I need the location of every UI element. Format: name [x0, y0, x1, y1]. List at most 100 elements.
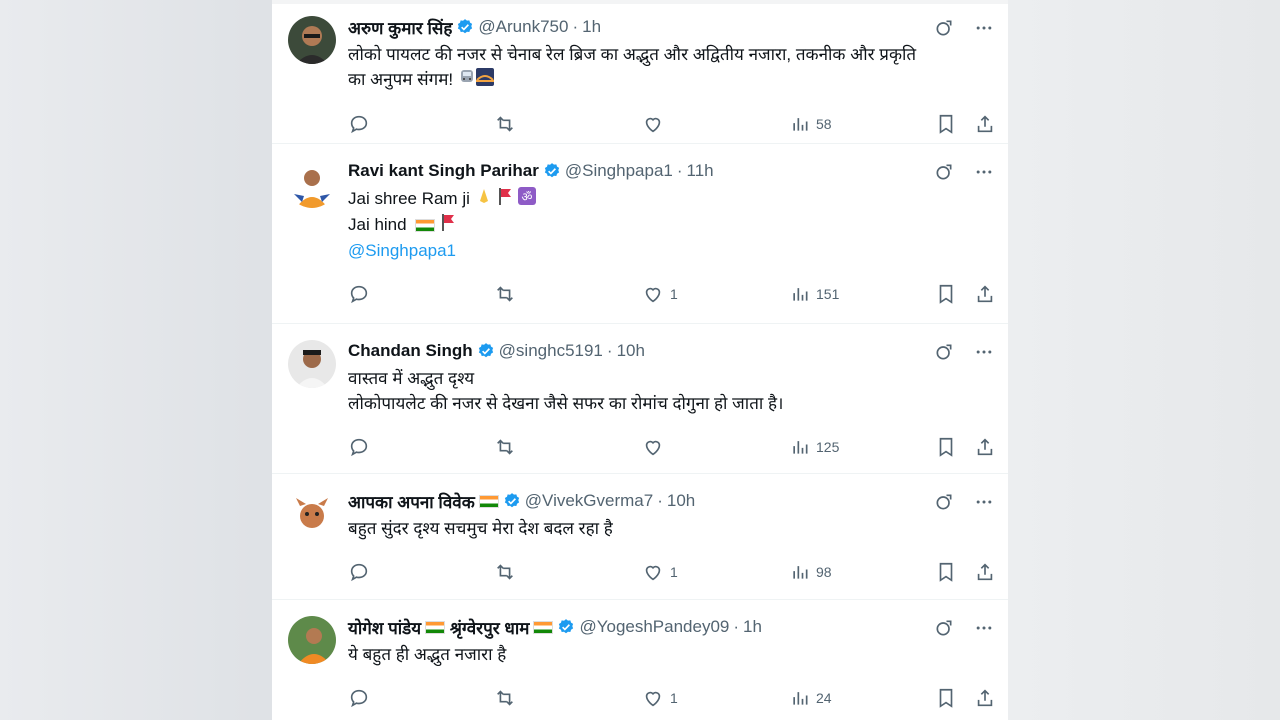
bookmark-icon — [939, 114, 953, 134]
verified-icon — [456, 18, 474, 36]
retweet-icon — [497, 439, 513, 455]
separator-dot: · — [606, 341, 613, 360]
grok-icon[interactable] — [934, 342, 954, 367]
author-handle[interactable]: @Arunk750 — [478, 17, 568, 37]
views-button[interactable]: 151 — [790, 284, 839, 304]
action-bar: 1 24 — [348, 671, 994, 720]
mention-link[interactable]: @Singhpapa1 — [348, 238, 994, 263]
grok-icon[interactable] — [934, 18, 954, 43]
avatar[interactable] — [288, 616, 336, 664]
author-name[interactable]: आपका अपना विवेक — [348, 490, 475, 513]
grok-icon[interactable] — [934, 618, 954, 643]
author-name[interactable]: Ravi kant Singh Parihar — [348, 161, 539, 181]
timestamp[interactable]: 1h — [743, 617, 762, 637]
views-icon — [793, 566, 808, 579]
like-button[interactable]: 1 — [642, 283, 678, 305]
share-button[interactable] — [974, 687, 996, 709]
author-handle[interactable]: @VivekGverma7 — [525, 491, 653, 511]
reply-icon — [350, 115, 368, 134]
author-name[interactable]: Chandan Singh — [348, 341, 473, 361]
retweet-button[interactable] — [494, 687, 522, 709]
tweet[interactable]: अरुण कुमार सिंह @Arunk750 · 1h लोको पायल… — [272, 0, 1008, 144]
india-flag-icon — [425, 620, 446, 634]
tweet-text: Jai shree Ram ji ॐ Jai hind @Singhpapa1 — [348, 186, 994, 263]
like-icon — [645, 440, 661, 456]
author-name-part2[interactable]: श्रृंग्वेरपुर धाम — [450, 616, 530, 639]
avatar[interactable] — [288, 160, 336, 208]
more-icon[interactable] — [974, 162, 994, 187]
retweet-icon — [497, 564, 513, 580]
like-button[interactable] — [642, 436, 670, 458]
author-handle[interactable]: @Singhpapa1 — [565, 161, 673, 181]
avatar[interactable] — [288, 16, 336, 64]
action-bar: 1 151 — [348, 267, 994, 321]
separator-dot: · — [733, 617, 740, 636]
views-button[interactable]: 125 — [790, 437, 839, 457]
tweet[interactable]: योगेश पांडेय श्रृंग्वेरपुर धाम @YogeshPa… — [272, 600, 1008, 720]
action-bar: 1 98 — [348, 545, 994, 599]
author-name-part1[interactable]: योगेश पांडेय — [348, 616, 421, 639]
tweet-text: ये बहुत ही अद्भुत नजारा है — [348, 645, 507, 664]
retweet-icon — [497, 116, 513, 132]
retweet-button[interactable] — [494, 561, 522, 583]
retweet-button[interactable] — [494, 436, 522, 458]
retweet-button[interactable] — [494, 283, 522, 305]
views-button[interactable]: 24 — [790, 688, 832, 708]
like-icon — [645, 691, 661, 707]
share-icon — [977, 689, 993, 707]
bookmark-button[interactable] — [935, 113, 957, 135]
more-icon[interactable] — [974, 492, 994, 517]
views-button[interactable]: 58 — [790, 114, 832, 134]
bookmark-button[interactable] — [935, 283, 957, 305]
avatar[interactable] — [288, 490, 336, 538]
tweet[interactable]: Ravi kant Singh Parihar @Singhpapa1 · 11… — [272, 144, 1008, 324]
author-handle[interactable]: @singhc5191 — [499, 341, 603, 361]
bookmark-icon — [939, 437, 953, 457]
verified-icon — [557, 618, 575, 636]
share-button[interactable] — [974, 113, 996, 135]
like-button[interactable]: 1 — [642, 687, 678, 709]
views-button[interactable]: 98 — [790, 562, 832, 582]
share-button[interactable] — [974, 283, 996, 305]
retweet-icon — [497, 690, 513, 706]
reply-button[interactable] — [348, 687, 376, 709]
retweet-button[interactable] — [494, 113, 522, 135]
reply-icon — [350, 438, 368, 457]
train-emoji-icon — [458, 68, 476, 93]
share-button[interactable] — [974, 436, 996, 458]
action-bar: 58 — [348, 97, 994, 151]
india-flag-icon — [533, 620, 554, 634]
timestamp[interactable]: 1h — [582, 17, 601, 37]
more-icon[interactable] — [974, 18, 994, 43]
reply-feed: अरुण कुमार सिंह @Arunk750 · 1h लोको पायल… — [272, 0, 1008, 720]
more-icon[interactable] — [974, 342, 994, 367]
grok-icon[interactable] — [934, 492, 954, 517]
like-button[interactable] — [642, 113, 670, 135]
bookmark-button[interactable] — [935, 687, 957, 709]
reply-button[interactable] — [348, 436, 376, 458]
pray-emoji-icon — [475, 187, 493, 212]
tweet[interactable]: Chandan Singh @singhc5191 · 10h वास्तव म… — [272, 324, 1008, 474]
timestamp[interactable]: 10h — [667, 491, 695, 511]
bookmark-button[interactable] — [935, 561, 957, 583]
reply-button[interactable] — [348, 113, 376, 135]
reply-button[interactable] — [348, 561, 376, 583]
timestamp[interactable]: 11h — [687, 161, 714, 181]
share-button[interactable] — [974, 561, 996, 583]
reply-button[interactable] — [348, 283, 376, 305]
timestamp[interactable]: 10h — [617, 341, 645, 361]
red-flag-emoji-icon — [497, 187, 513, 212]
author-handle[interactable]: @YogeshPandey09 — [579, 617, 729, 637]
tweet-text: वास्तव में अद्भुत दृश्य लोकोपायलेट की नज… — [348, 369, 784, 413]
bookmark-button[interactable] — [935, 436, 957, 458]
separator-dot: · — [657, 491, 663, 510]
bookmark-icon — [939, 688, 953, 708]
grok-icon[interactable] — [934, 162, 954, 187]
like-button[interactable]: 1 — [642, 561, 678, 583]
tweet[interactable]: आपका अपना विवेक @VivekGverma7 · 10h बहुत… — [272, 474, 1008, 600]
more-icon[interactable] — [974, 618, 994, 643]
like-icon — [645, 565, 661, 581]
action-bar: 125 — [348, 420, 994, 474]
avatar[interactable] — [288, 340, 336, 388]
author-name[interactable]: अरुण कुमार सिंह — [348, 16, 452, 39]
